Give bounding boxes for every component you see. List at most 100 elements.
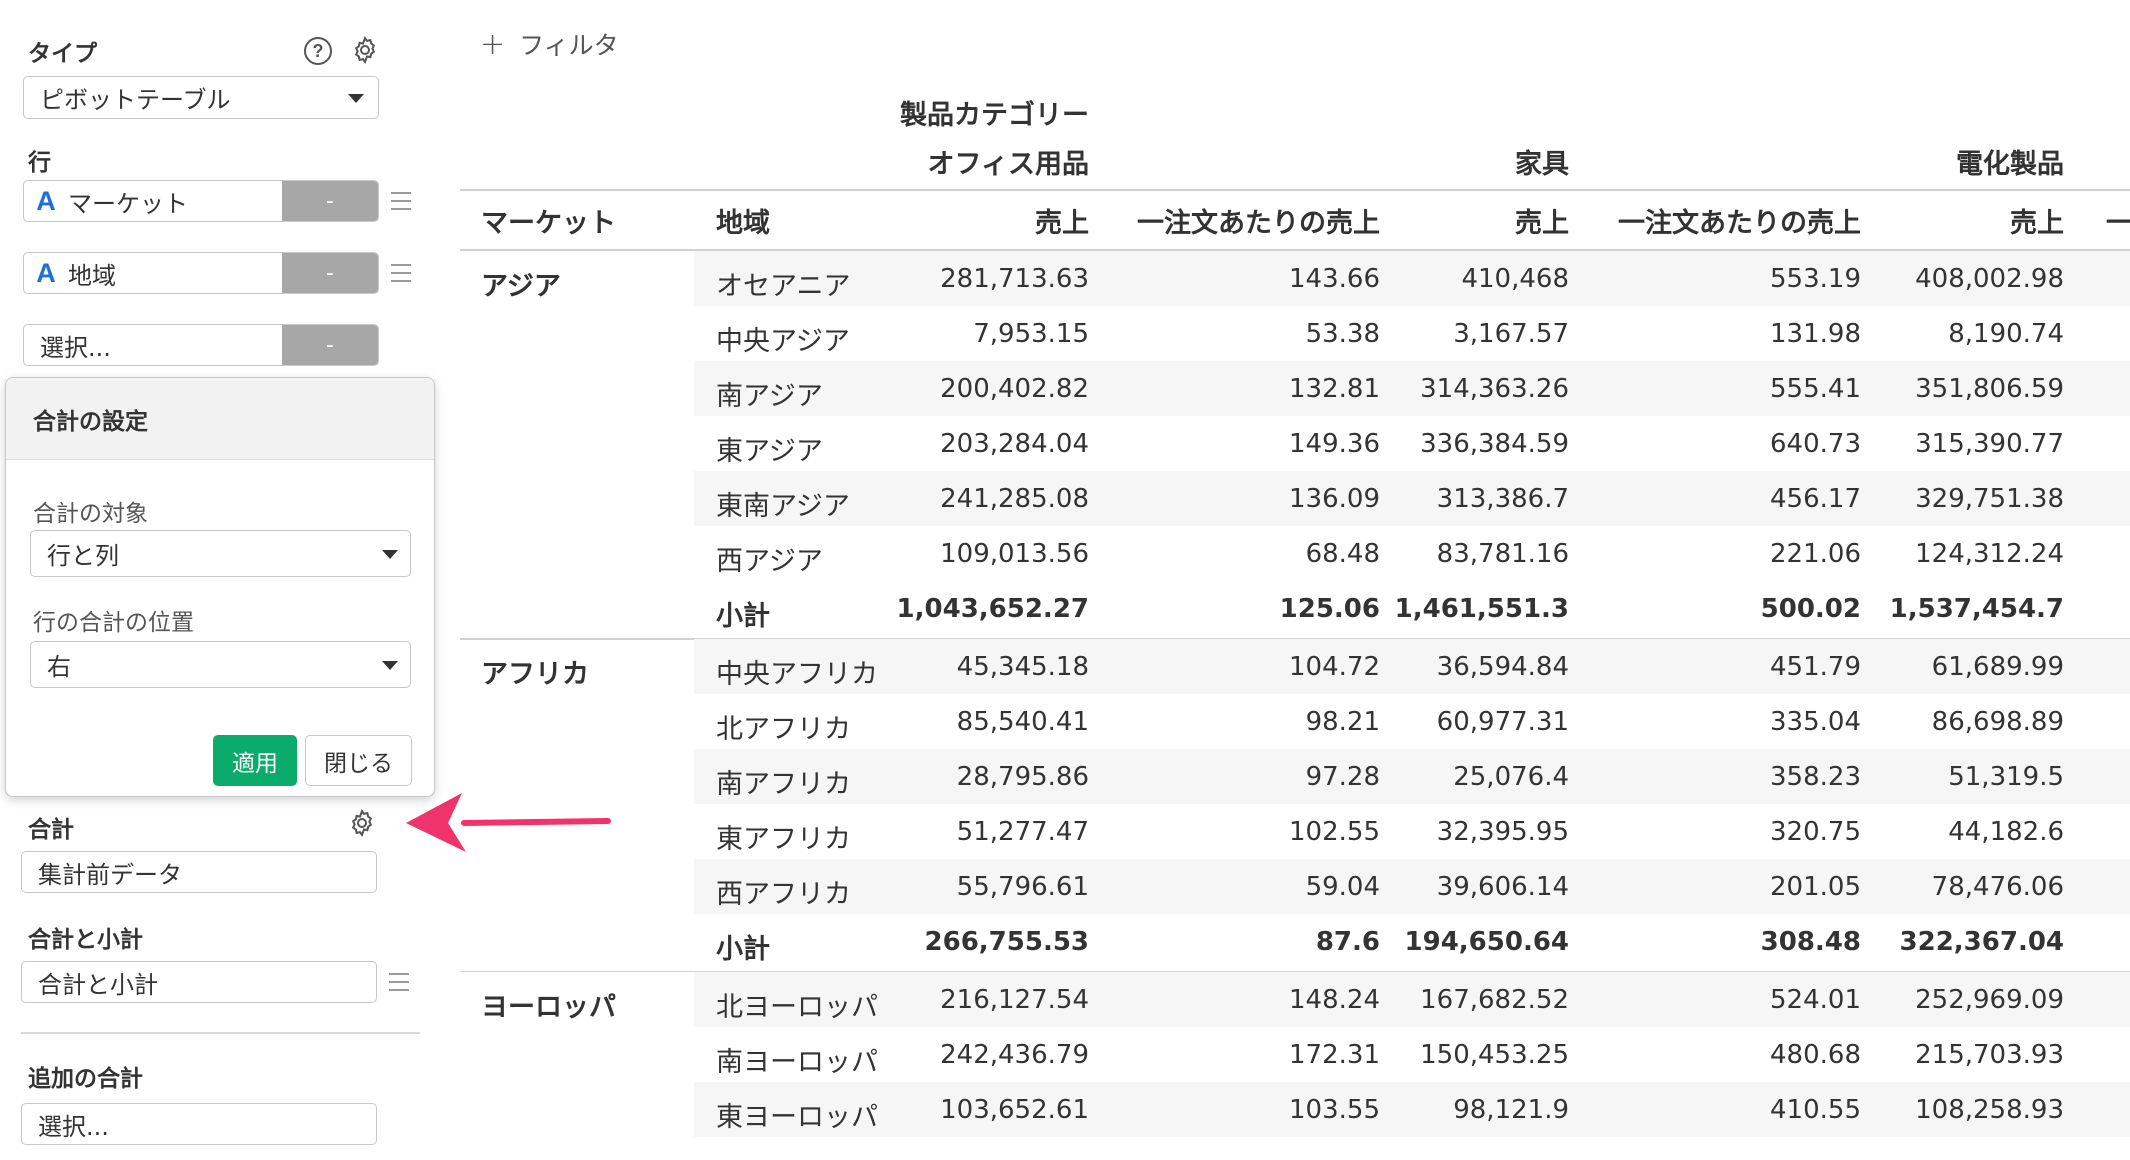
subtotal-label: 小計 [716,601,770,632]
value-cell: 336,384.59 [1420,429,1569,459]
add-filter-button[interactable]: + フィルタ [480,26,619,62]
total-target-select[interactable]: 行と列 [30,530,411,577]
gear-icon[interactable] [350,35,380,65]
value-cell: 3,167.57 [1453,319,1569,349]
text-type-icon: A [36,257,56,288]
subtotal-value: 1,461,551.3 [1394,594,1569,624]
drag-handle-icon[interactable] [391,264,411,282]
additional-total-select[interactable]: 選択... [21,1103,377,1145]
apply-button[interactable]: 適用 [213,735,297,786]
value-cell: 410,468 [1461,264,1569,294]
value-cell: 200,402.82 [940,374,1089,404]
value-cell: 329,751.38 [1915,484,2064,514]
plus-icon: + [480,26,506,62]
value-cell: 315,390.77 [1915,429,2064,459]
region-cell: 西アジア [716,546,823,577]
value-cell: 242,436.79 [940,1039,1089,1070]
subtotal-label: 小計 [716,933,770,965]
value-cell: 108,258.93 [1915,1094,2064,1125]
popover-title: 合計の設定 [6,378,434,460]
value-cell: 215,703.93 [1915,1039,2064,1070]
value-cell: 167,682.52 [1420,984,1569,1015]
value-cell: 85,540.41 [956,706,1089,737]
value-cell: 216,127.54 [940,984,1089,1015]
annotation-arrow-icon [406,793,611,852]
value-cell: 103,652.61 [940,1094,1089,1125]
row-total-position-select[interactable]: 右 [30,641,411,688]
measure-header[interactable]: 売上 [1724,201,2064,240]
value-cell: 78,476.06 [1931,871,2064,902]
value-cell: 44,182.6 [1948,816,2064,847]
close-button[interactable]: 閉じる [305,735,412,786]
value-cell: 203,284.04 [940,429,1089,459]
drag-handle-icon[interactable] [391,192,411,210]
value-cell: 61,689.99 [1931,651,2064,682]
chevron-down-icon [348,93,364,103]
value-cell: 124,312.24 [1915,539,2064,569]
measure-header[interactable]: 売上 [1229,201,1569,240]
measure-header[interactable]: 一 [2106,201,2130,240]
value-cell: 313,386.7 [1436,484,1569,514]
additional-total-label: 追加の合計 [28,1066,143,1092]
type-select-value: ピボットテーブル [40,86,231,114]
value-cell: 45,345.18 [956,651,1089,682]
row-select-placeholder: 選択... [40,333,111,362]
market-cell: ヨーロッパ [481,991,616,1023]
row-field-select[interactable]: 選択... - [23,324,379,366]
value-cell: 150,453.25 [1420,1039,1569,1070]
row-field-label: 地域 [68,261,116,290]
value-cell: 281,713.63 [940,264,1089,294]
value-cell: 86,698.89 [1931,706,2064,737]
value-cell: 51,319.5 [1948,761,2064,792]
row-header-market[interactable]: マーケット [481,201,616,240]
value-cell: 25,076.4 [1453,761,1569,792]
row-field-region[interactable]: A 地域 - [23,252,379,294]
value-cell: 7,953.15 [973,319,1089,349]
remove-field-button[interactable]: - [282,181,378,221]
drag-handle-icon[interactable] [389,973,409,991]
row-field-label: マーケット [68,189,188,218]
chevron-down-icon [382,660,398,670]
category-header[interactable]: オフィス用品 [729,142,1089,181]
value-cell: 314,363.26 [1420,374,1569,404]
header-divider [460,189,2130,191]
total-field[interactable]: 集計前データ [21,851,377,893]
help-icon[interactable]: ? [304,37,332,65]
row-total-position-label: 行の合計の位置 [33,610,194,636]
type-label: タイプ [28,41,97,67]
section-divider [21,1032,420,1034]
type-select[interactable]: ピボットテーブル [23,76,379,119]
chevron-down-icon [382,549,398,559]
value-cell: 408,002.98 [1915,264,2064,294]
row-label: 行 [28,150,51,176]
text-type-icon: A [36,185,56,216]
total-target-label: 合計の対象 [33,501,148,527]
remove-field-button[interactable]: - [282,325,378,365]
total-field-value: 集計前データ [38,860,182,889]
subtotal-value: 1,043,652.27 [896,594,1089,624]
subtotal-value: 322,367.04 [1899,926,2064,957]
value-cell: 28,795.86 [956,761,1089,792]
value-cell: 241,285.08 [940,484,1089,514]
total-subtotal-label: 合計と小計 [28,927,143,953]
total-subtotal-field[interactable]: 合計と小計 [21,961,377,1003]
remove-field-button[interactable]: - [282,253,378,293]
additional-total-placeholder: 選択... [38,1112,109,1141]
value-cell: 51,277.47 [956,816,1089,847]
category-header[interactable]: 電化製品 [1704,142,2064,181]
value-cell: 32,395.95 [1436,816,1569,847]
market-cell: アフリカ [481,658,589,690]
column-dimension-header: 製品カテゴリー [900,100,1089,131]
subtotal-value: 194,650.64 [1404,926,1569,957]
value-cell: 252,969.09 [1915,984,2064,1015]
filter-label: フィルタ [519,31,619,60]
value-cell: 36,594.84 [1436,651,1569,682]
value-cell: 83,781.16 [1436,539,1569,569]
value-cell: 109,013.56 [940,539,1089,569]
total-subtotal-value: 合計と小計 [38,970,158,999]
subtotal-value: 1,537,454.7 [1889,594,2064,624]
category-header[interactable]: 家具 [1209,142,1569,181]
row-field-market[interactable]: A マーケット - [23,180,379,222]
measure-header[interactable]: 売上 [749,201,1089,240]
total-gear-icon[interactable] [347,808,377,838]
